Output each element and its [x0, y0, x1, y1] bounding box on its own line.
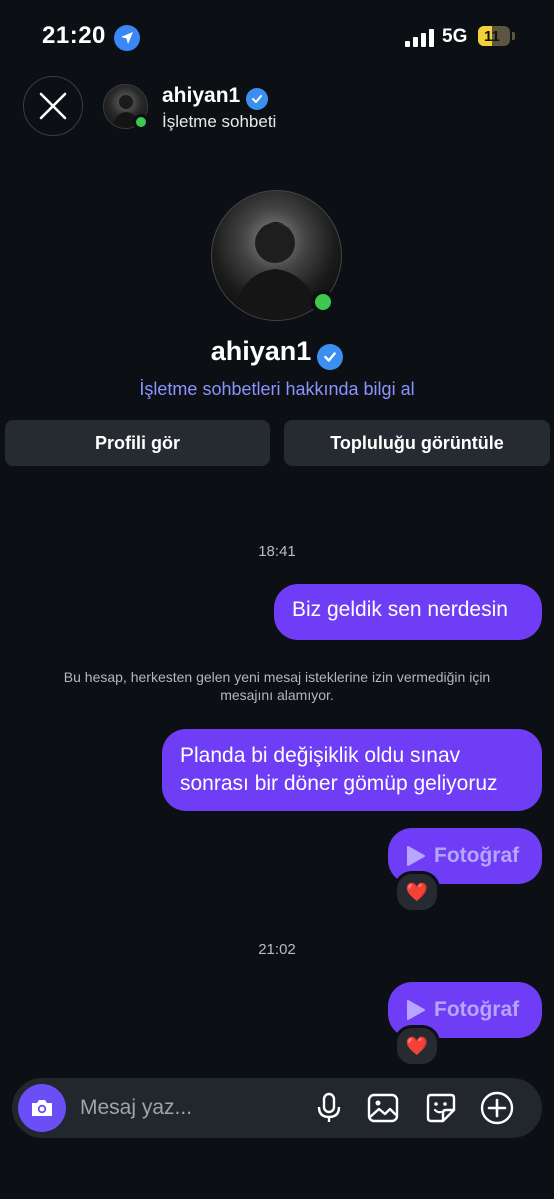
profile-online-indicator: [311, 290, 335, 314]
location-arrow-icon: [114, 25, 140, 51]
verified-badge-icon: [317, 344, 344, 370]
microphone-button[interactable]: [311, 1090, 347, 1126]
play-icon: [407, 1000, 425, 1020]
heart-icon: ❤️: [405, 1035, 429, 1056]
message-bubble[interactable]: Planda bi değişiklik oldu sınav sonrası …: [162, 729, 542, 811]
battery-level: 11: [484, 27, 500, 45]
battery-icon: 11: [478, 26, 510, 46]
heart-reaction[interactable]: ❤️: [394, 1025, 440, 1067]
photo-label: Fotoğraf: [434, 998, 520, 1021]
header-username-text: ahiyan1: [162, 84, 241, 107]
status-time: 21:20: [42, 22, 106, 49]
header-username[interactable]: ahiyan1: [162, 84, 269, 110]
heart-reaction[interactable]: ❤️: [394, 871, 440, 913]
microphone-icon: [317, 1092, 341, 1122]
photo-label: Fotoğraf: [434, 844, 520, 867]
more-options-button[interactable]: [479, 1090, 515, 1126]
view-profile-button[interactable]: Profili gör: [5, 420, 270, 466]
view-community-button[interactable]: Topluluğu görüntüle: [284, 420, 550, 466]
profile-username: ahiyan1: [0, 336, 554, 370]
cellular-signal-icon: [405, 29, 434, 47]
online-indicator: [133, 114, 149, 130]
plus-circle-icon: [480, 1091, 514, 1125]
timestamp: 21:02: [258, 941, 296, 958]
profile-username-text: ahiyan1: [210, 336, 312, 366]
close-icon: [39, 92, 67, 120]
network-type: 5G: [442, 26, 468, 47]
message-text-line: Planda bi değişiklik oldu sınav: [180, 744, 461, 767]
header-subtitle: İşletme sohbeti: [162, 112, 277, 131]
message-text: Biz geldik sen nerdesin: [292, 598, 508, 621]
battery-tip: [512, 32, 515, 40]
gallery-button[interactable]: [365, 1090, 401, 1126]
sticker-icon: [426, 1093, 456, 1123]
message-text-line: sonrası bir döner gömüp geliyoruz: [180, 772, 498, 795]
timestamp: 18:41: [258, 543, 296, 560]
delivery-notice: Bu hesap, herkesten gelen yeni mesaj ist…: [63, 669, 491, 703]
heart-icon: ❤️: [405, 881, 429, 902]
message-input[interactable]: Mesaj yaz...: [80, 1096, 192, 1120]
camera-icon: [32, 1100, 52, 1116]
message-bubble[interactable]: Biz geldik sen nerdesin: [274, 584, 542, 640]
camera-button[interactable]: [18, 1084, 66, 1132]
business-chat-info-link[interactable]: İşletme sohbetleri hakkında bilgi al: [0, 379, 554, 400]
close-button[interactable]: [23, 76, 83, 136]
sticker-button[interactable]: [423, 1090, 459, 1126]
play-icon: [407, 846, 425, 866]
verified-badge-icon: [246, 88, 269, 110]
image-icon: [367, 1093, 399, 1123]
